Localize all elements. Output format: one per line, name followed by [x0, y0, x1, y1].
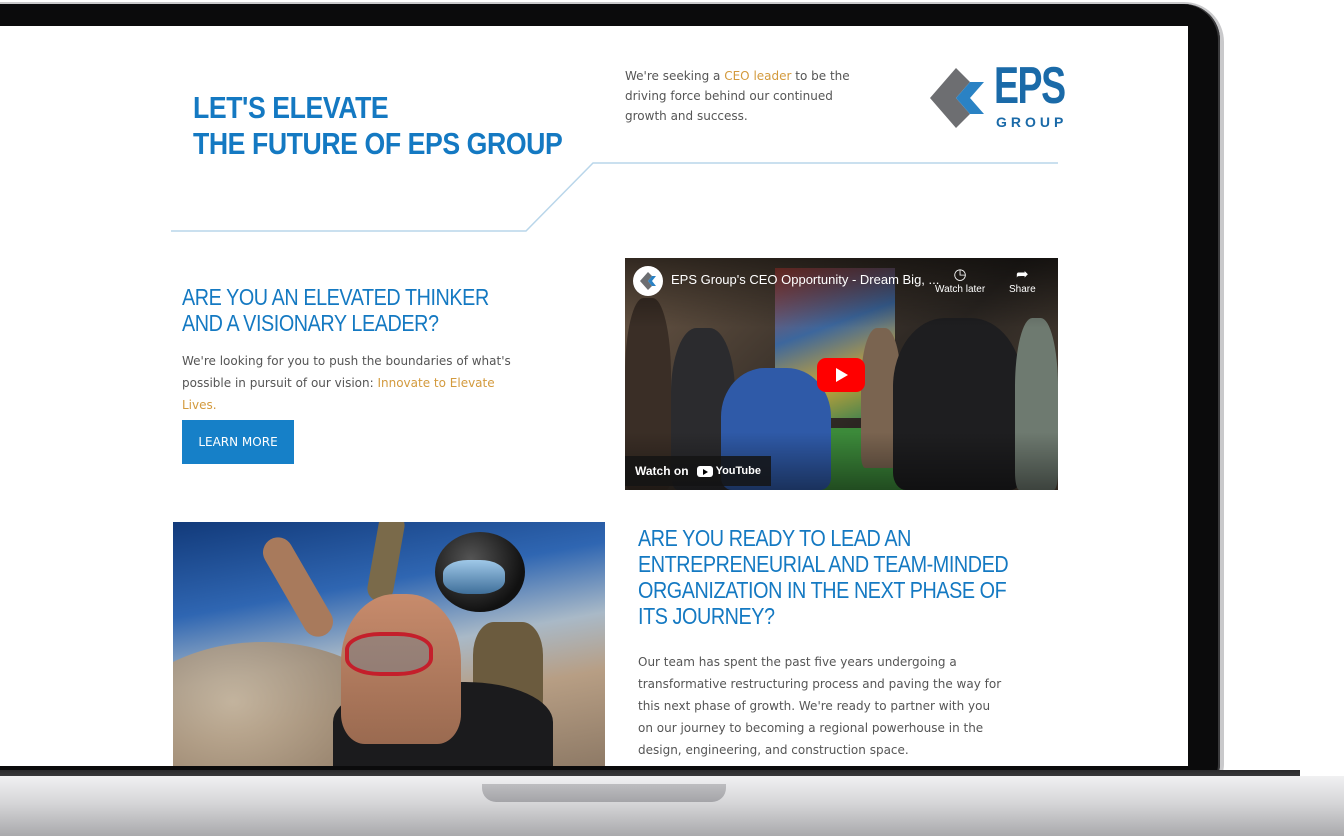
photo-goggles [345, 632, 433, 676]
hero-intro-pre: We're seeking a [625, 69, 725, 83]
youtube-logo-icon: YouTube [696, 465, 761, 477]
hero-intro-text: We're seeking a CEO leader to be the dri… [625, 66, 865, 126]
share-button[interactable]: ➦ Share [1009, 266, 1036, 295]
photo-arm [365, 522, 407, 604]
page-title: LET'S ELEVATE THE FUTURE OF EPS GROUP [193, 90, 563, 162]
watch-later-button[interactable]: ◷ Watch later [935, 266, 985, 295]
section1-heading-line1: ARE YOU AN ELEVATED THINKER [182, 284, 489, 310]
learn-more-button[interactable]: LEARN MORE [182, 420, 294, 464]
section1-body: We're looking for you to push the bounda… [182, 350, 522, 416]
watch-on-youtube-button[interactable]: Watch on YouTube [625, 456, 771, 486]
share-label: Share [1009, 284, 1036, 295]
logo-eps-text: EPS [994, 57, 1066, 115]
section2-heading-line2: ENTREPRENEURIAL AND TEAM-MINDED [638, 551, 1009, 577]
section2-heading-line1: ARE YOU READY TO LEAD AN [638, 525, 911, 551]
youtube-label: YouTube [715, 465, 761, 477]
page-title-line2: THE FUTURE OF EPS GROUP [193, 126, 563, 161]
section2-body: Our team has spent the past five years u… [638, 655, 1002, 757]
logo-group-text: GROUP [996, 114, 1068, 130]
ceo-leader-link[interactable]: CEO leader [724, 69, 791, 83]
play-icon [836, 368, 848, 382]
watch-later-label: Watch later [935, 284, 986, 295]
video-title[interactable]: EPS Group's CEO Opportunity - Dream Big,… [671, 272, 939, 287]
section2-heading-line3: ORGANIZATION IN THE NEXT PHASE OF [638, 577, 1007, 603]
section1-heading: ARE YOU AN ELEVATED THINKER AND A VISION… [182, 284, 489, 336]
youtube-video-embed[interactable]: EPS Group's CEO Opportunity - Dream Big,… [625, 258, 1058, 490]
channel-avatar-icon[interactable] [633, 266, 663, 296]
section1-heading-line2: AND A VISIONARY LEADER? [182, 310, 439, 336]
share-icon: ➦ [1016, 266, 1029, 283]
play-button[interactable] [817, 358, 865, 392]
photo-visor [443, 560, 505, 594]
section2-heading: ARE YOU READY TO LEAD AN ENTREPRENEURIAL… [638, 525, 1009, 629]
section2-heading-line4: ITS JOURNEY? [638, 603, 775, 629]
watch-on-label: Watch on [635, 464, 689, 478]
skydiving-photo [173, 522, 605, 766]
clock-icon: ◷ [953, 266, 967, 283]
photo-arm [257, 531, 339, 643]
page-title-line1: LET'S ELEVATE [193, 90, 389, 125]
